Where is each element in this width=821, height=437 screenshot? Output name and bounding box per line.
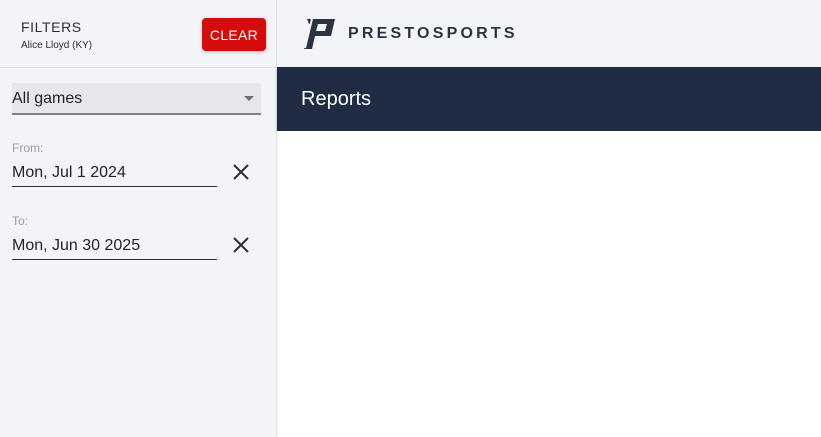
from-date-field[interactable]: Mon, Jul 1 2024	[12, 161, 217, 187]
to-date-field[interactable]: Mon, Jun 30 2025	[12, 234, 217, 260]
game-filter-select[interactable]: All games	[12, 83, 261, 115]
dropdown-caret-icon	[244, 96, 254, 101]
filters-sidebar: FILTERS Alice Lloyd (KY) CLEAR All games…	[0, 0, 277, 437]
from-date-label: From:	[12, 141, 44, 155]
clear-button[interactable]: CLEAR	[202, 18, 266, 51]
filters-header: FILTERS Alice Lloyd (KY) CLEAR	[0, 0, 276, 68]
prestosports-logo-icon[interactable]	[301, 18, 337, 49]
page-title: Reports	[301, 88, 372, 110]
clear-to-date-icon[interactable]	[231, 235, 251, 255]
game-filter-value: All games	[12, 90, 83, 107]
page-banner: Reports	[277, 67, 821, 131]
report-content	[277, 131, 821, 437]
app: FILTERS Alice Lloyd (KY) CLEAR All games…	[0, 0, 821, 437]
to-date-label: To:	[12, 214, 29, 228]
filters-title: FILTERS	[21, 19, 82, 35]
clear-from-date-icon[interactable]	[231, 162, 251, 182]
brand-name[interactable]: PRESTOSPORTS	[348, 25, 518, 43]
top-bar: PRESTOSPORTS	[277, 0, 821, 67]
to-date-value: Mon, Jun 30 2025	[12, 237, 141, 254]
from-date-value: Mon, Jul 1 2024	[12, 164, 126, 181]
filters-subtitle: Alice Lloyd (KY)	[21, 40, 93, 51]
